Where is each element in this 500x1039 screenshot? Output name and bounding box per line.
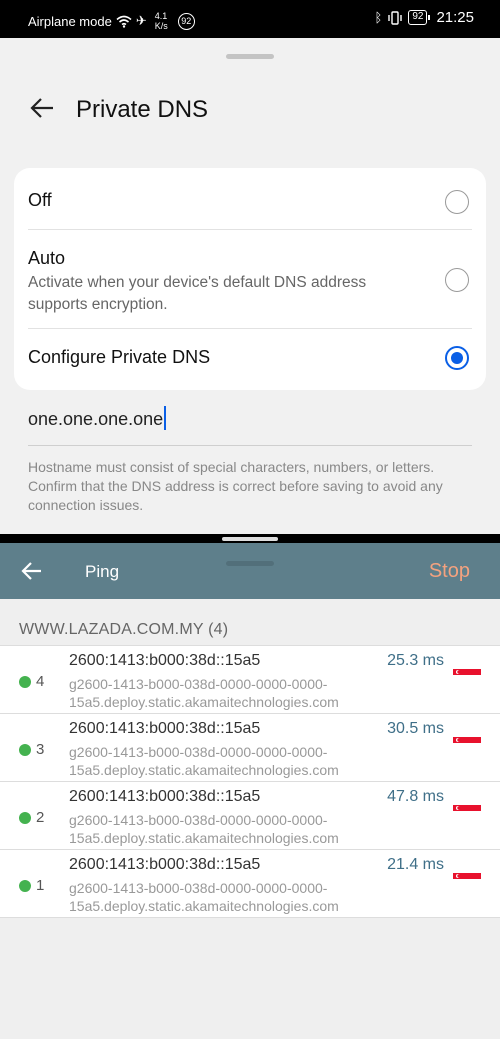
status-bar: Airplane mode ✈ 4.1 K/s 92 ᛒ 92 21:25 <box>0 0 500 38</box>
status-dot <box>19 812 31 824</box>
app-title: Ping <box>85 562 120 581</box>
status-left: Airplane mode ✈ 4.1 K/s 92 <box>28 11 195 31</box>
notification-count-badge: 92 <box>177 12 195 30</box>
bluetooth-icon: ᛒ <box>374 10 383 25</box>
ping-results: WWW.LAZADA.COM.MY (4) 4 2600:1413:b000:3… <box>0 599 500 1039</box>
clock: 21:25 <box>436 9 474 26</box>
battery-icon: 92 <box>408 10 431 25</box>
ping-row[interactable]: 4 2600:1413:b000:38d::15a5 25.3 ms g2600… <box>0 646 500 714</box>
split-handle[interactable] <box>222 537 278 541</box>
hostname: g2600-1413-b000-038d-0000-0000-0000-15a5… <box>69 744 339 778</box>
back-arrow-icon[interactable] <box>28 94 56 122</box>
ip-address: 2600:1413:b000:38d::15a5 <box>69 652 261 669</box>
latency: 30.5 ms <box>387 720 444 737</box>
split-screen-divider[interactable] <box>0 534 500 543</box>
page-title: Private DNS <box>76 96 209 123</box>
option-configure[interactable]: Configure Private DNS <box>14 329 486 390</box>
text-caret <box>164 406 167 430</box>
hostname: g2600-1413-b000-038d-0000-0000-0000-15a5… <box>69 880 339 914</box>
hostname: g2600-1413-b000-038d-0000-0000-0000-15a5… <box>69 676 339 710</box>
status-right: ᛒ 92 21:25 <box>375 9 474 26</box>
airplane-icon: ✈ <box>135 13 147 28</box>
row-number: 3 <box>36 741 45 758</box>
ping-row[interactable]: 1 2600:1413:b000:38d::15a5 21.4 ms g2600… <box>0 850 500 918</box>
ip-address: 2600:1413:b000:38d::15a5 <box>69 788 261 805</box>
option-off-label: Off <box>28 190 52 210</box>
drag-handle[interactable] <box>226 561 274 566</box>
option-configure-label: Configure Private DNS <box>28 347 211 367</box>
private-dns-panel: Private DNS Off Auto Activate when your … <box>0 38 500 534</box>
row-number: 1 <box>36 877 45 894</box>
ping-result-list: 4 2600:1413:b000:38d::15a5 25.3 ms g2600… <box>0 645 500 918</box>
option-auto-label: Auto <box>28 248 66 268</box>
option-auto-radio[interactable] <box>445 268 469 292</box>
option-off[interactable]: Off <box>14 168 486 230</box>
hostname-input[interactable]: one.one.one.one <box>28 406 472 446</box>
status-dot <box>19 880 31 892</box>
network-speed-unit: K/s <box>154 21 168 31</box>
option-configure-radio[interactable] <box>445 346 469 370</box>
latency: 25.3 ms <box>387 652 444 669</box>
stop-button[interactable]: Stop <box>429 560 470 583</box>
ip-address: 2600:1413:b000:38d::15a5 <box>69 856 261 873</box>
ping-row[interactable]: 2 2600:1413:b000:38d::15a5 47.8 ms g2600… <box>0 782 500 850</box>
row-number: 4 <box>36 673 45 690</box>
network-speed-value: 4.1 <box>154 11 168 21</box>
hostname: g2600-1413-b000-038d-0000-0000-0000-15a5… <box>69 812 339 846</box>
airplane-mode-label: Airplane mode <box>28 13 112 29</box>
latency: 47.8 ms <box>387 788 444 805</box>
option-off-radio[interactable] <box>445 190 469 214</box>
input-underline <box>28 445 472 446</box>
hostname-hint: Hostname must consist of special charact… <box>28 459 443 513</box>
ping-row[interactable]: 3 2600:1413:b000:38d::15a5 30.5 ms g2600… <box>0 714 500 782</box>
status-dot <box>19 676 31 688</box>
section-header: WWW.LAZADA.COM.MY (4) <box>19 621 229 638</box>
wifi-icon <box>116 15 132 28</box>
latency: 21.4 ms <box>387 856 444 873</box>
singapore-flag-icon <box>453 873 481 885</box>
drag-handle[interactable] <box>226 54 274 59</box>
hostname-value: one.one.one.one <box>28 409 164 429</box>
singapore-flag-icon <box>453 669 481 681</box>
back-arrow-icon[interactable] <box>20 559 44 583</box>
row-number: 2 <box>36 809 45 826</box>
status-dot <box>19 744 31 756</box>
ip-address: 2600:1413:b000:38d::15a5 <box>69 720 261 737</box>
singapore-flag-icon <box>453 737 481 749</box>
dns-options-card: Off Auto Activate when your device's def… <box>14 168 486 390</box>
option-auto[interactable]: Auto Activate when your device's default… <box>14 230 486 328</box>
ping-app-bar: Ping Stop <box>0 543 500 599</box>
option-auto-description: Activate when your device's default DNS … <box>28 274 367 313</box>
singapore-flag-icon <box>453 805 481 817</box>
network-speed: 4.1 K/s <box>155 11 168 31</box>
vibrate-icon <box>388 10 403 25</box>
